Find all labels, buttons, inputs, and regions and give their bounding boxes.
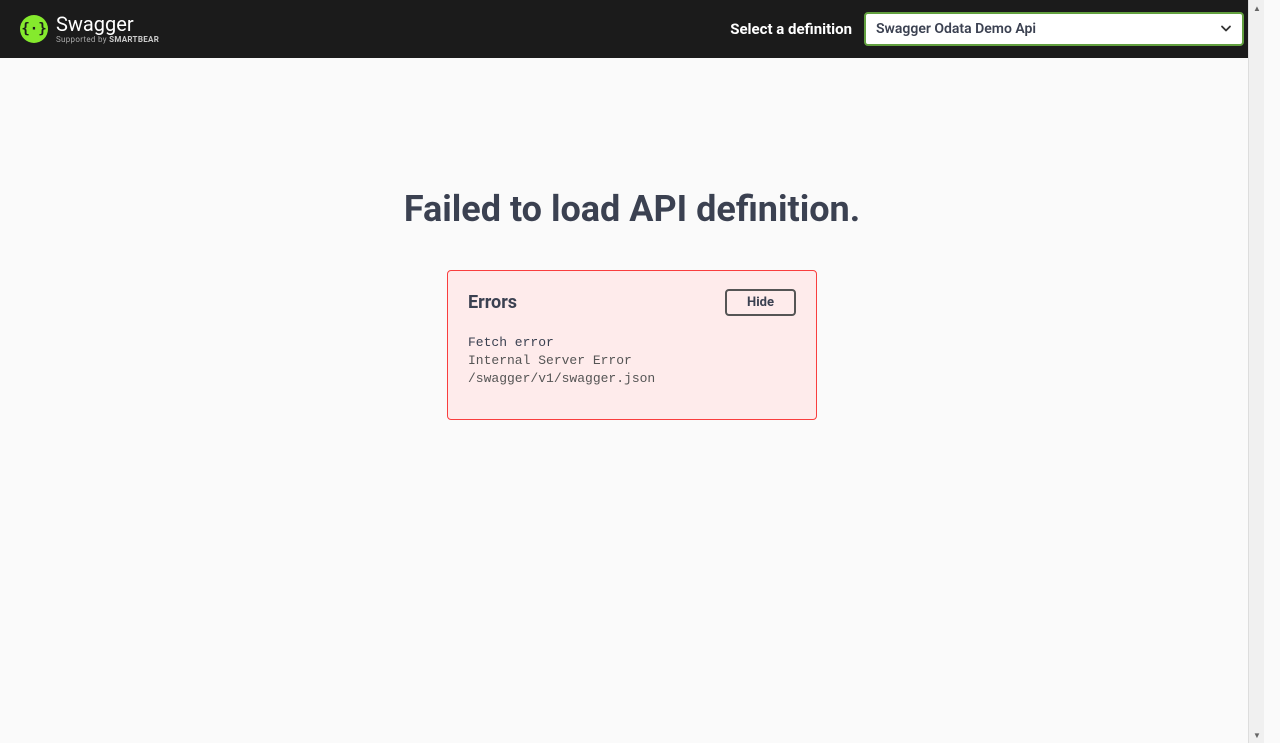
error-line-1: Fetch error xyxy=(468,334,796,352)
definition-select[interactable]: Swagger Odata Demo Api xyxy=(864,12,1244,46)
scrollbar[interactable]: ▲ ▼ xyxy=(1248,0,1264,743)
select-definition-label: Select a definition xyxy=(730,20,852,38)
errors-label: Errors xyxy=(468,292,517,313)
swagger-logo-text: Swagger Supported by SMARTBEAR xyxy=(56,14,159,44)
swagger-logo[interactable]: {·} Swagger Supported by SMARTBEAR xyxy=(20,14,159,44)
main-content: Failed to load API definition. Errors Hi… xyxy=(0,58,1264,420)
page-title: Failed to load API definition. xyxy=(404,188,860,230)
chevron-down-icon xyxy=(1220,20,1232,39)
logo-subtitle: Supported by SMARTBEAR xyxy=(56,36,159,44)
error-details: Fetch error Internal Server Error /swagg… xyxy=(468,334,796,389)
definition-select-value: Swagger Odata Demo Api xyxy=(876,21,1036,37)
topbar: {·} Swagger Supported by SMARTBEAR Selec… xyxy=(0,0,1264,58)
logo-title: Swagger xyxy=(56,14,159,34)
error-box: Errors Hide Fetch error Internal Server … xyxy=(447,270,817,420)
swagger-logo-icon: {·} xyxy=(20,15,48,43)
error-box-header: Errors Hide xyxy=(468,289,796,316)
topbar-right: Select a definition Swagger Odata Demo A… xyxy=(730,12,1244,46)
hide-button[interactable]: Hide xyxy=(725,289,796,316)
error-line-2: Internal Server Error /swagger/v1/swagge… xyxy=(468,352,796,388)
scroll-up-icon[interactable]: ▲ xyxy=(1249,0,1265,16)
scroll-down-icon[interactable]: ▼ xyxy=(1249,727,1265,743)
